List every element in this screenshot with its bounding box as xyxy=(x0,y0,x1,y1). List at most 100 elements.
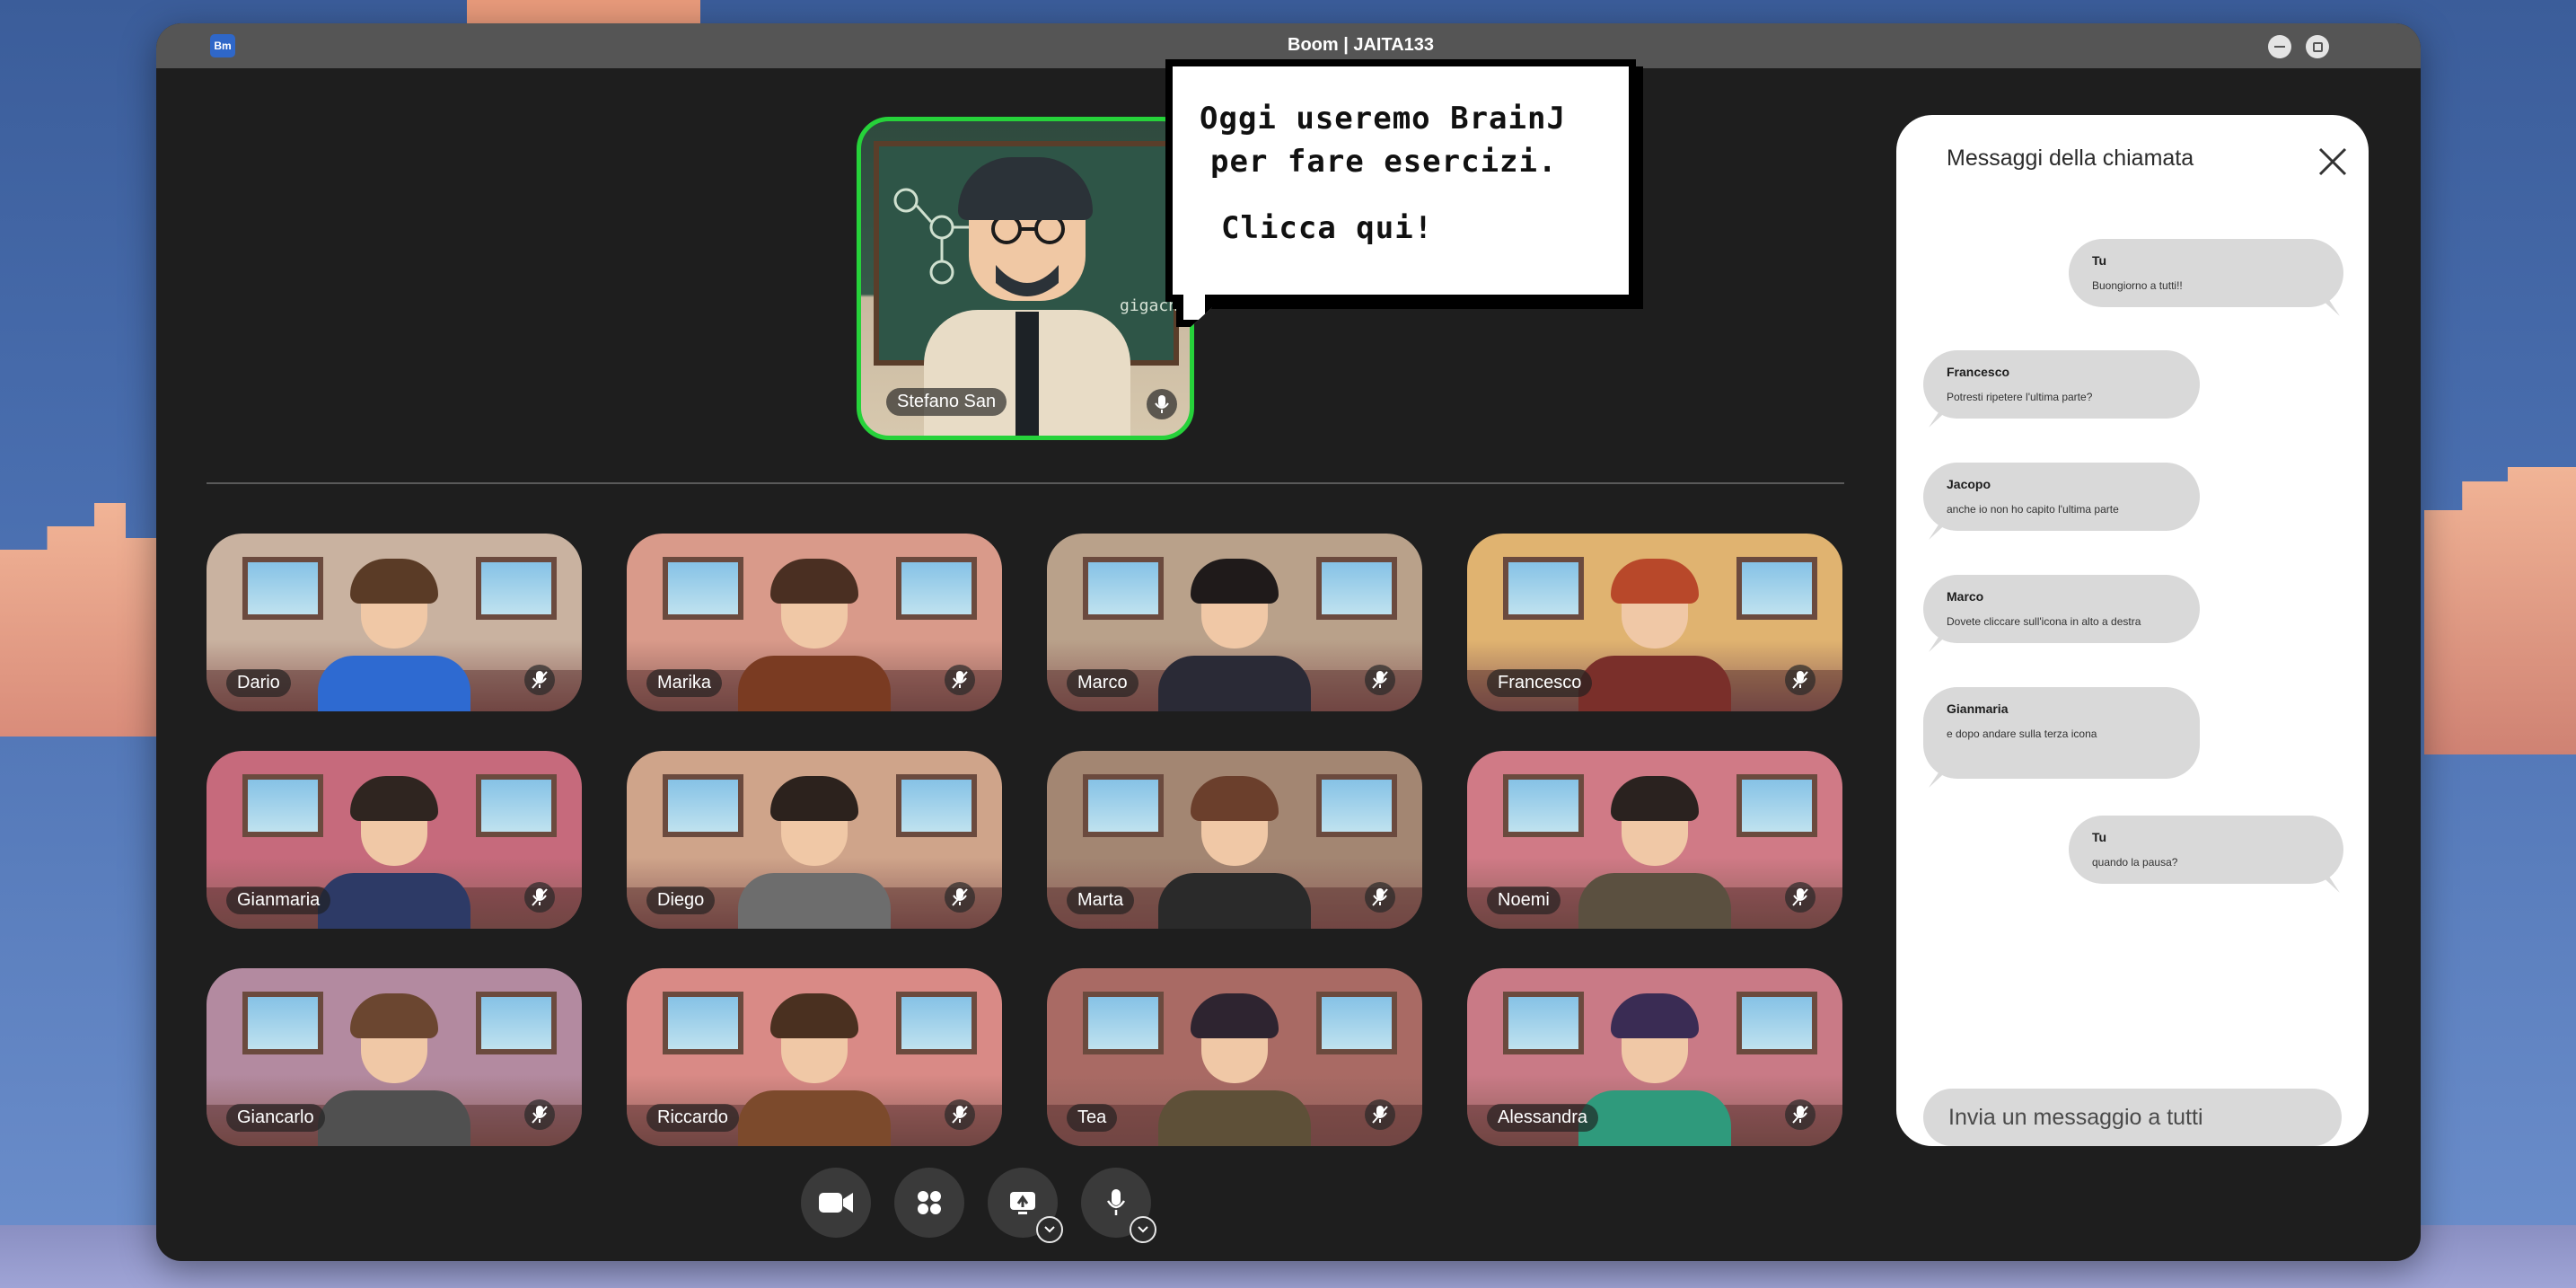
room-window xyxy=(663,557,743,620)
participant-body xyxy=(738,873,891,929)
teacher-tie xyxy=(1015,312,1039,436)
chat-message-text: e dopo andare sulla terza icona xyxy=(1947,728,2097,740)
chat-message-text: Dovete cliccare sull'icona in alto a des… xyxy=(1947,615,2141,628)
chat-bubble-tail xyxy=(1929,408,1950,428)
room-window xyxy=(1503,557,1584,620)
room-window xyxy=(1503,992,1584,1054)
chat-message-author: Tu xyxy=(2092,830,2107,844)
speech-bubble-link[interactable]: Oggi useremo BrainJ per fare esercizi. C… xyxy=(1165,59,1636,327)
room-window xyxy=(1316,557,1397,620)
participant-name: Gianmaria xyxy=(226,887,331,914)
chat-message-text: quando la pausa? xyxy=(2092,856,2178,869)
participant-body xyxy=(1578,1090,1731,1146)
participant-tile[interactable]: Marika xyxy=(627,534,1002,711)
participant-body xyxy=(738,656,891,711)
microphone-icon xyxy=(1106,1189,1126,1215)
room-window xyxy=(1503,774,1584,837)
participant-hair xyxy=(1191,776,1279,821)
chat-message-text: anche io non ho capito l'ultima parte xyxy=(1947,503,2119,516)
app-logo: Bm xyxy=(210,34,235,57)
chat-message-author: Gianmaria xyxy=(1947,701,2009,716)
speech-bubble-tail xyxy=(1176,295,1212,327)
minimize-icon xyxy=(2274,46,2285,48)
participant-tile[interactable]: Noemi xyxy=(1467,751,1842,929)
share-screen-button[interactable] xyxy=(988,1168,1063,1243)
minimize-button[interactable] xyxy=(2268,35,2291,58)
mic-on-icon xyxy=(1147,389,1177,419)
background-cloud xyxy=(0,503,157,737)
chat-message-author: Jacopo xyxy=(1947,477,1991,491)
participant-tile[interactable]: Dario xyxy=(207,534,582,711)
active-speaker-tile[interactable]: gigacn Stefano San xyxy=(857,117,1194,440)
participant-tile[interactable]: Riccardo xyxy=(627,968,1002,1146)
chevron-down-icon xyxy=(1044,1226,1055,1233)
chat-message: Tu Buongiorno a tutti!! xyxy=(2069,239,2343,316)
participant-hair xyxy=(350,559,438,604)
participant-body xyxy=(318,1090,470,1146)
participant-name: Noemi xyxy=(1487,887,1561,914)
chat-message-author: Tu xyxy=(2092,253,2107,268)
participant-name: Marika xyxy=(646,669,723,697)
participant-name: Riccardo xyxy=(646,1104,739,1132)
mic-muted-icon xyxy=(524,1099,555,1130)
room-window xyxy=(1316,774,1397,837)
participant-hair xyxy=(1191,559,1279,604)
mic-options-dropdown[interactable] xyxy=(1130,1216,1156,1243)
chat-message-text: Potresti ripetere l'ultima parte? xyxy=(1947,391,2093,403)
participant-tile[interactable]: Francesco xyxy=(1467,534,1842,711)
participant-hair xyxy=(1611,559,1699,604)
share-options-dropdown[interactable] xyxy=(1036,1216,1063,1243)
room-window xyxy=(476,557,557,620)
participant-hair xyxy=(1611,776,1699,821)
maximize-button[interactable] xyxy=(2306,35,2329,58)
mic-muted-icon xyxy=(524,882,555,913)
bubble-text-line: Oggi useremo BrainJ xyxy=(1200,101,1566,137)
room-window xyxy=(1083,557,1164,620)
participant-body xyxy=(738,1090,891,1146)
room-window xyxy=(1736,992,1817,1054)
speech-bubble xyxy=(1165,59,1636,302)
background-cloud xyxy=(2424,467,2576,754)
mic-muted-icon xyxy=(945,882,975,913)
microphone-button[interactable] xyxy=(1081,1168,1156,1243)
participant-hair xyxy=(1611,993,1699,1038)
participant-tile[interactable]: Marco xyxy=(1047,534,1422,711)
close-chat-button[interactable] xyxy=(2317,146,2349,178)
participant-tile[interactable]: Marta xyxy=(1047,751,1422,929)
room-window xyxy=(896,557,977,620)
participant-body xyxy=(318,873,470,929)
apps-button[interactable] xyxy=(894,1168,964,1238)
participant-body xyxy=(1158,873,1311,929)
close-icon xyxy=(2318,147,2347,176)
chat-bubble-tail xyxy=(1929,632,1950,652)
participant-tile[interactable]: Alessandra xyxy=(1467,968,1842,1146)
room-window xyxy=(476,774,557,837)
participant-name: Marta xyxy=(1067,887,1135,914)
room-window xyxy=(242,774,323,837)
chat-message-text: Buongiorno a tutti!! xyxy=(2092,279,2183,292)
participant-tile[interactable]: Giancarlo xyxy=(207,968,582,1146)
chat-message: Tu quando la pausa? xyxy=(2069,816,2343,893)
participant-hair xyxy=(770,993,858,1038)
participant-body xyxy=(1158,656,1311,711)
room-window xyxy=(1083,992,1164,1054)
participant-tile[interactable]: Tea xyxy=(1047,968,1422,1146)
room-window xyxy=(242,992,323,1054)
chat-message: Marco Dovete cliccare sull'icona in alto … xyxy=(1923,575,2200,652)
participant-name: Giancarlo xyxy=(226,1104,325,1132)
room-window xyxy=(1316,992,1397,1054)
participant-hair xyxy=(350,776,438,821)
chat-title: Messaggi della chiamata xyxy=(1947,146,2194,171)
participant-hair xyxy=(1191,993,1279,1038)
chat-panel: Messaggi della chiamata Tu Buongiorno a t… xyxy=(1896,115,2369,1146)
room-window xyxy=(242,557,323,620)
maximize-icon xyxy=(2312,41,2323,52)
chat-bubble-tail xyxy=(1929,768,1950,788)
participant-tile[interactable]: Diego xyxy=(627,751,1002,929)
participant-name: Dario xyxy=(226,669,291,697)
participant-name: Marco xyxy=(1067,669,1139,697)
room-window xyxy=(1736,557,1817,620)
participant-tile[interactable]: Gianmaria xyxy=(207,751,582,929)
chat-message-input[interactable] xyxy=(1923,1089,2342,1146)
camera-button[interactable] xyxy=(801,1168,871,1238)
